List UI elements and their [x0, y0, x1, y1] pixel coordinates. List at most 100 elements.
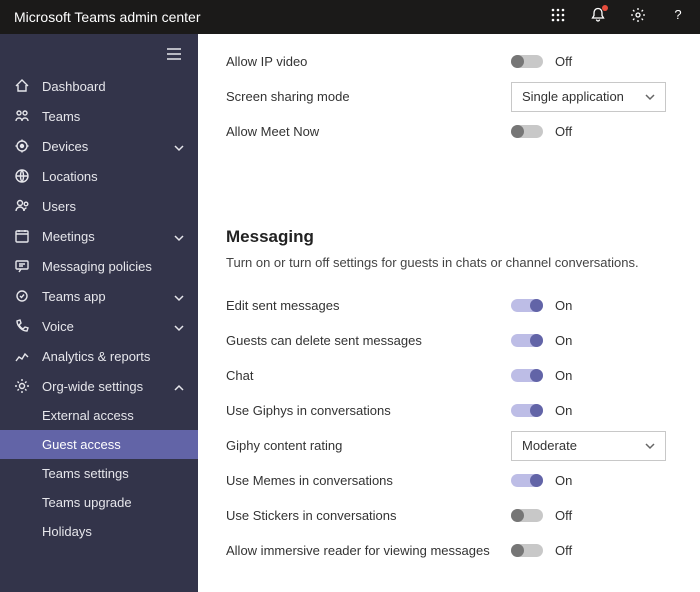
sidebar-item-analytics[interactable]: Analytics & reports [0, 341, 198, 371]
help-icon[interactable]: ? [670, 7, 686, 28]
chevron-down-icon [174, 231, 184, 241]
setting-label: Allow immersive reader for viewing messa… [226, 543, 511, 558]
teamsapp-icon [14, 288, 30, 304]
setting-label: Screen sharing mode [226, 89, 511, 104]
select-value: Single application [522, 89, 624, 104]
topbar: Microsoft Teams admin center ? [0, 0, 700, 34]
setting-row: Chat On [226, 358, 666, 393]
section-desc-messaging: Turn on or turn off settings for guests … [226, 255, 666, 270]
sidebar-item-label: Dashboard [42, 79, 184, 94]
select-value: Moderate [522, 438, 577, 453]
waffle-icon[interactable] [550, 7, 566, 28]
sidebar-item-label: Users [42, 199, 184, 214]
setting-label: Edit sent messages [226, 298, 511, 313]
toggle-state-label: On [555, 298, 572, 313]
setting-row: Screen sharing mode Single application [226, 79, 666, 114]
setting-label: Allow Meet Now [226, 124, 511, 139]
setting-row: Giphy content rating Moderate [226, 428, 666, 463]
toggle-switch[interactable] [511, 369, 543, 382]
sidebar-item-label: Teams [42, 109, 184, 124]
chevron-down-icon [174, 141, 184, 151]
topbar-icons: ? [550, 7, 686, 28]
analytics-icon [14, 348, 30, 364]
setting-label: Use Giphys in conversations [226, 403, 511, 418]
settings-icon [14, 378, 30, 394]
setting-label: Use Memes in conversations [226, 473, 511, 488]
chevron-down-icon [174, 291, 184, 301]
toggle-state-label: Off [555, 54, 572, 69]
meetings-icon [14, 228, 30, 244]
users-icon [14, 198, 30, 214]
app-title: Microsoft Teams admin center [14, 9, 550, 25]
toggle-switch[interactable] [511, 474, 543, 487]
sidebar-item-label: Voice [42, 319, 162, 334]
sidebar-item-label: Org-wide settings [42, 379, 162, 394]
select-dropdown[interactable]: Moderate [511, 431, 666, 461]
setting-row: Use Giphys in conversations On [226, 393, 666, 428]
devices-icon [14, 138, 30, 154]
chevron-down-icon [645, 441, 655, 451]
toggle-state-label: On [555, 368, 572, 383]
toggle-state-label: On [555, 473, 572, 488]
svg-text:?: ? [674, 7, 681, 22]
toggle-state-label: On [555, 403, 572, 418]
sidebar-item-teamsapp[interactable]: Teams app [0, 281, 198, 311]
messaging-icon [14, 258, 30, 274]
sidebar-item-label: Locations [42, 169, 184, 184]
sidebar-item-meetings[interactable]: Meetings [0, 221, 198, 251]
sidebar-item-settings[interactable]: Org-wide settings [0, 371, 198, 401]
toggle-switch[interactable] [511, 125, 543, 138]
sidebar-item-devices[interactable]: Devices [0, 131, 198, 161]
setting-row: Edit sent messages On [226, 288, 666, 323]
toggle-state-label: Off [555, 124, 572, 139]
sidebar-item-label: Messaging policies [42, 259, 184, 274]
setting-label: Guests can delete sent messages [226, 333, 511, 348]
toggle-switch[interactable] [511, 55, 543, 68]
section-title-messaging: Messaging [226, 227, 666, 247]
chevron-down-icon [645, 92, 655, 102]
sidebar-subitem[interactable]: External access [0, 401, 198, 430]
setting-row: Allow Meet Now Off [226, 114, 666, 149]
setting-row: Guests can delete sent messages On [226, 323, 666, 358]
toggle-state-label: Off [555, 543, 572, 558]
toggle-switch[interactable] [511, 509, 543, 522]
sidebar-subitem[interactable]: Teams settings [0, 459, 198, 488]
setting-label: Giphy content rating [226, 438, 511, 453]
sidebar-item-label: Teams app [42, 289, 162, 304]
sidebar-item-label: Devices [42, 139, 162, 154]
setting-row: Use Memes in conversations On [226, 463, 666, 498]
main-panel: Allow IP video Off Screen sharing mode Sing… [198, 34, 700, 592]
setting-row: Allow IP video Off [226, 44, 666, 79]
sidebar-item-messaging[interactable]: Messaging policies [0, 251, 198, 281]
setting-label: Allow IP video [226, 54, 511, 69]
toggle-switch[interactable] [511, 544, 543, 557]
settings-gear-icon[interactable] [630, 7, 646, 28]
chevron-down-icon [174, 321, 184, 331]
sidebar-item-users[interactable]: Users [0, 191, 198, 221]
toggle-state-label: Off [555, 508, 572, 523]
sidebar-subitem[interactable]: Guest access [0, 430, 198, 459]
sidebar-item-teams[interactable]: Teams [0, 101, 198, 131]
locations-icon [14, 168, 30, 184]
setting-label: Use Stickers in conversations [226, 508, 511, 523]
sidebar-item-locations[interactable]: Locations [0, 161, 198, 191]
sidebar-item-label: Meetings [42, 229, 162, 244]
toggle-switch[interactable] [511, 299, 543, 312]
toggle-switch[interactable] [511, 334, 543, 347]
teams-icon [14, 108, 30, 124]
sidebar-item-dashboard[interactable]: Dashboard [0, 71, 198, 101]
notifications-icon[interactable] [590, 7, 606, 28]
toggle-switch[interactable] [511, 404, 543, 417]
hamburger-icon[interactable] [150, 34, 198, 71]
setting-row: Use Stickers in conversations Off [226, 498, 666, 533]
dashboard-icon [14, 78, 30, 94]
sidebar-subitem[interactable]: Teams upgrade [0, 488, 198, 517]
sidebar-item-label: Analytics & reports [42, 349, 184, 364]
sidebar: Dashboard Teams Devices Locations Users Meeti… [0, 34, 198, 592]
sidebar-item-voice[interactable]: Voice [0, 311, 198, 341]
setting-label: Chat [226, 368, 511, 383]
select-dropdown[interactable]: Single application [511, 82, 666, 112]
toggle-state-label: On [555, 333, 572, 348]
sidebar-subitem[interactable]: Holidays [0, 517, 198, 546]
voice-icon [14, 318, 30, 334]
